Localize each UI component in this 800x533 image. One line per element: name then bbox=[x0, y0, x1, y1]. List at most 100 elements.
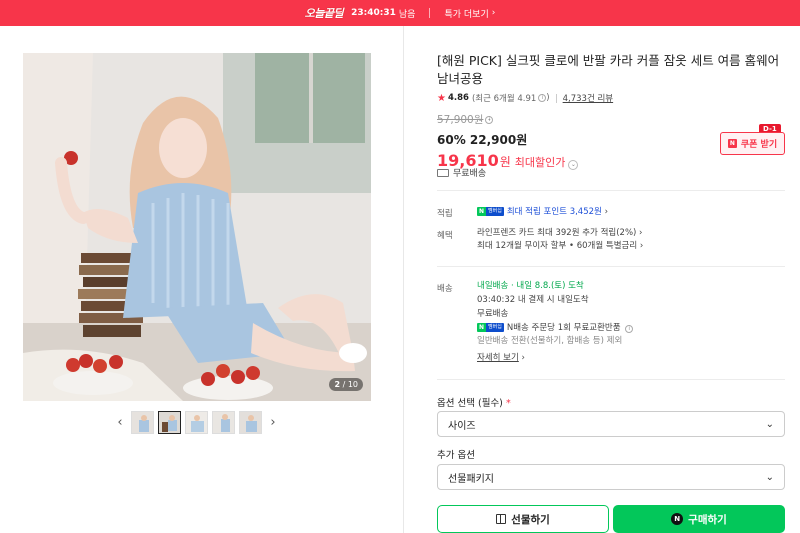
main-product-image[interactable]: 2 / 10 bbox=[23, 53, 371, 401]
delivery-arrival: · 내일 8.8.(토) 도착 bbox=[510, 281, 584, 291]
npay-return-text: N배송 주문당 1회 무료교환반품 bbox=[506, 323, 621, 333]
truck-icon bbox=[437, 168, 449, 177]
rating-row: ★ 4.86 (최근 6개월 4.91 i ) 4,733건 리뷰 bbox=[437, 92, 785, 105]
coupon-n-icon: N bbox=[727, 139, 737, 148]
points-label: 적립 bbox=[437, 209, 453, 219]
image-counter-total: / 10 bbox=[342, 380, 358, 389]
delivery-more-label: 자세히 보기 bbox=[477, 353, 519, 363]
image-counter-current: 2 bbox=[334, 380, 341, 389]
npay-membership-badge: N 멤버십 bbox=[477, 323, 504, 332]
chevron-right-icon: › bbox=[491, 8, 496, 18]
delivery-deadline: 03:40:32 내 결제 시 내일도착 bbox=[477, 295, 589, 305]
thumbnail-5[interactable] bbox=[239, 410, 262, 434]
promo-banner: 오늘끝딜 23:40:31 남음 특가 더보기 › bbox=[0, 0, 800, 26]
info-icon[interactable]: i bbox=[538, 94, 547, 102]
price-info-icon[interactable]: i bbox=[485, 115, 494, 124]
npay-n: N bbox=[477, 323, 487, 332]
delivery-free: 무료배송 bbox=[477, 309, 509, 319]
image-counter: 2 / 10 bbox=[329, 378, 363, 391]
thumbnail-2[interactable] bbox=[158, 410, 181, 434]
benefits-label: 혜택 bbox=[437, 231, 453, 241]
shipping-free-row: 무료배송 bbox=[437, 166, 486, 179]
thumbnail-1-image bbox=[132, 411, 153, 433]
chevron-right-icon: › bbox=[639, 228, 643, 238]
thumbnail-5-image bbox=[240, 411, 261, 433]
chevron-right-icon[interactable]: › bbox=[266, 410, 280, 434]
option-required-label: 옵션 선택 (필수) * bbox=[437, 395, 511, 409]
option-extra-label: 추가 옵션 bbox=[437, 450, 475, 461]
delivery-label: 배송 bbox=[437, 284, 453, 294]
rating-recent: (최근 6개월 4.91 bbox=[471, 94, 537, 104]
original-price: 57,900원 i bbox=[437, 112, 785, 127]
chevron-down-icon: ⌄ bbox=[765, 471, 774, 483]
thumbnail-3[interactable] bbox=[185, 410, 208, 434]
thumbnail-strip: ‹ › bbox=[113, 410, 280, 434]
required-mark: * bbox=[505, 398, 511, 409]
points-text: 최대 적립 포인트 3,452원 bbox=[506, 207, 602, 217]
delivery-arrival-line: 내일배송 · 내일 8.8.(토) 도착 bbox=[477, 280, 633, 293]
npay-logo-icon: N bbox=[671, 513, 684, 525]
option-required-text: 옵션 선택 (필수) bbox=[437, 398, 503, 409]
benefit-installment-line[interactable]: 최대 12개월 무이자 할부 • 60개월 특별금리 › bbox=[477, 240, 643, 253]
deal-timer: 23:40:31 bbox=[351, 8, 396, 18]
rating-divider bbox=[555, 93, 557, 103]
npay-m: 멤버십 bbox=[486, 207, 504, 216]
thumbnail-4-image bbox=[213, 411, 234, 433]
chevron-right-icon: › bbox=[639, 241, 644, 251]
size-select-value: 사이즈 bbox=[448, 420, 476, 432]
delivery-more-link[interactable]: 자세히 보기 › bbox=[477, 352, 633, 365]
discount-percent: 60% bbox=[437, 133, 466, 147]
chevron-right-icon: › bbox=[604, 207, 608, 217]
max-discount-won: 원 bbox=[499, 155, 511, 169]
benefit-installment-text: 최대 12개월 무이자 할부 • 60개월 특별금리 bbox=[477, 241, 638, 251]
benefit-card-text: 라인프렌즈 카드 최대 392원 추가 적립(2%) bbox=[477, 228, 637, 238]
shipping-free-label: 무료배송 bbox=[453, 169, 487, 179]
max-discount-label: 최대할인가 bbox=[514, 156, 566, 169]
size-select[interactable]: 사이즈 ⌄ bbox=[437, 411, 785, 437]
banner-divider bbox=[429, 8, 431, 18]
npay-n: N bbox=[477, 207, 487, 216]
divider-2 bbox=[437, 266, 785, 267]
rating-score: 4.86 bbox=[447, 93, 469, 103]
thumbnail-2-image bbox=[159, 411, 180, 433]
product-photo-illustration bbox=[23, 53, 371, 401]
gift-label: 선물하기 bbox=[511, 513, 550, 526]
info-icon[interactable]: i bbox=[625, 325, 634, 333]
gift-icon bbox=[496, 514, 507, 524]
chevron-down-icon: ⌄ bbox=[765, 418, 774, 430]
chevron-right-icon: › bbox=[521, 353, 525, 363]
thumbnail-1[interactable] bbox=[131, 410, 154, 434]
tomorrow-delivery-badge: 내일배송 bbox=[477, 281, 509, 291]
deal-remain-label: 남음 bbox=[398, 9, 416, 20]
column-divider bbox=[403, 26, 404, 533]
product-title: [해원 PICK] 실크핏 클로에 반팔 카라 커플 잠옷 세트 여름 홈웨어 … bbox=[437, 53, 780, 86]
more-deals-link[interactable]: 특가 더보기 › bbox=[444, 7, 495, 20]
thumbnail-4[interactable] bbox=[212, 410, 235, 434]
benefits-body: 라인프렌즈 카드 최대 392원 추가 적립(2%) › 최대 12개월 무이자… bbox=[477, 227, 643, 253]
delivery-body: 내일배송 · 내일 8.8.(토) 도착 03:40:32 내 결제 시 내일도… bbox=[477, 280, 634, 365]
more-deals-label: 특가 더보기 bbox=[444, 9, 489, 20]
chevron-down-icon[interactable]: ⌄ bbox=[568, 160, 579, 170]
extra-option-value: 선물패키지 bbox=[448, 473, 494, 485]
chevron-left-icon[interactable]: ‹ bbox=[113, 410, 127, 434]
original-price-value: 57,900원 bbox=[437, 114, 484, 126]
coupon-button[interactable]: N 쿠폰 받기 bbox=[720, 132, 785, 155]
rating-recent-close: ) bbox=[546, 93, 550, 103]
coupon-label: 쿠폰 받기 bbox=[740, 140, 778, 150]
benefit-card-line[interactable]: 라인프렌즈 카드 최대 392원 추가 적립(2%) › bbox=[477, 227, 643, 240]
divider-3 bbox=[437, 379, 785, 380]
buy-label: 구매하기 bbox=[688, 513, 727, 526]
points-row[interactable]: N 멤버십 최대 적립 포인트 3,452원 › bbox=[477, 206, 608, 219]
divider-1 bbox=[437, 190, 785, 191]
npay-m: 멤버십 bbox=[486, 323, 504, 332]
thumbnail-3-image bbox=[186, 411, 207, 433]
delivery-exception: 일반배송 전환(선물하기, 함배송 등) 제외 bbox=[477, 336, 623, 346]
gift-button[interactable]: 선물하기 bbox=[437, 505, 609, 533]
npay-membership-badge: N 멤버십 bbox=[477, 207, 504, 216]
buy-button[interactable]: N 구매하기 bbox=[613, 505, 785, 533]
sale-price: 22,900원 bbox=[469, 133, 528, 147]
reviews-link[interactable]: 4,733건 리뷰 bbox=[563, 92, 614, 104]
extra-option-select[interactable]: 선물패키지 ⌄ bbox=[437, 464, 785, 490]
npay-return-line: N 멤버십 N배송 주문당 1회 무료교환반품 i bbox=[477, 322, 634, 335]
star-icon: ★ bbox=[437, 92, 446, 104]
